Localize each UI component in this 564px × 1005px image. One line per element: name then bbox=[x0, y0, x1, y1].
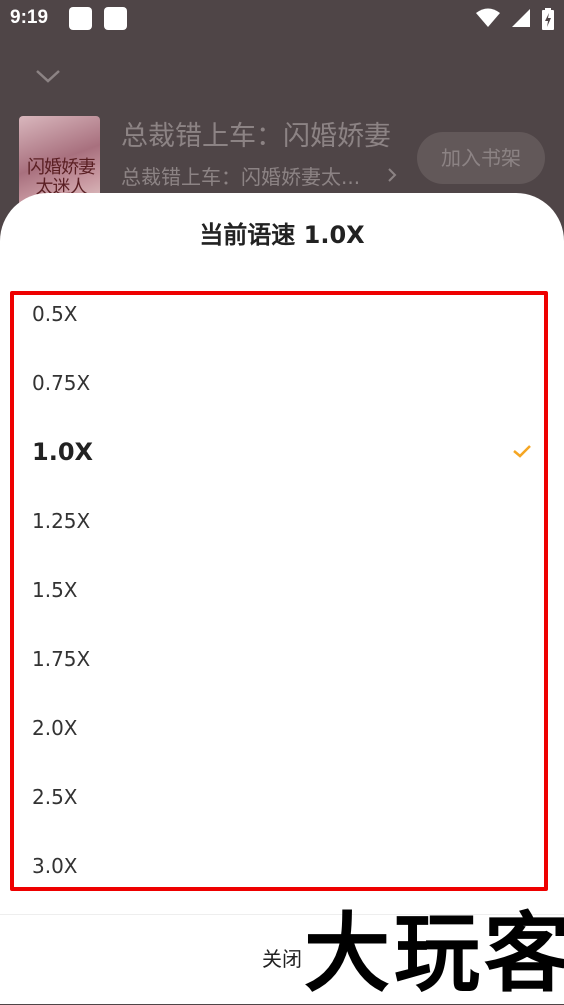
status-time: 9:19 bbox=[10, 7, 49, 28]
speed-option-label: 2.5X bbox=[32, 785, 78, 809]
speed-option-2-0x[interactable]: 2.0X bbox=[14, 698, 544, 758]
speed-bottom-sheet: 当前语速 1.0X 0.5X 0.75X 1.0X 1.25X 1.5X 1.7… bbox=[0, 193, 564, 1004]
speed-option-list: 0.5X 0.75X 1.0X 1.25X 1.5X 1.75X 2.0X 2.… bbox=[10, 291, 548, 891]
speed-option-label: 1.75X bbox=[32, 647, 91, 671]
speed-option-1-25x[interactable]: 1.25X bbox=[14, 491, 544, 551]
watermark-logo: 大玩客 bbox=[304, 903, 564, 1004]
check-icon bbox=[513, 445, 531, 458]
speed-option-label: 0.5X bbox=[32, 302, 78, 326]
speed-option-label: 1.25X bbox=[32, 509, 91, 533]
status-bar: 9:19 bbox=[0, 0, 564, 38]
add-to-bookshelf-button[interactable]: 加入书架 bbox=[417, 132, 545, 184]
speed-option-label: 3.0X bbox=[32, 854, 78, 878]
speed-option-label: 1.5X bbox=[32, 578, 78, 602]
notification-square-icon bbox=[69, 7, 92, 30]
speed-option-3-0x[interactable]: 3.0X bbox=[14, 836, 544, 896]
sheet-title: 当前语速 1.0X bbox=[199, 221, 365, 249]
cover-title: 闪婚娇妻太迷人 bbox=[27, 157, 96, 198]
speed-option-0-75x[interactable]: 0.75X bbox=[14, 353, 544, 413]
book-title: 总裁错上车：闪婚娇妻 bbox=[121, 121, 391, 152]
speed-option-1-75x[interactable]: 1.75X bbox=[14, 629, 544, 689]
speed-option-label: 1.0X bbox=[32, 438, 94, 466]
chevron-right-icon[interactable] bbox=[386, 167, 398, 183]
battery-charging-icon bbox=[542, 8, 554, 30]
speed-option-1-5x[interactable]: 1.5X bbox=[14, 560, 544, 620]
speed-option-label: 0.75X bbox=[32, 371, 91, 395]
book-subtitle[interactable]: 总裁错上车：闪婚娇妻太... bbox=[121, 161, 396, 190]
status-icons bbox=[470, 8, 554, 30]
notification-square-icon bbox=[104, 7, 127, 30]
collapse-chevron-icon[interactable] bbox=[35, 66, 61, 86]
speed-option-label: 2.0X bbox=[32, 716, 78, 740]
speed-option-2-5x[interactable]: 2.5X bbox=[14, 767, 544, 827]
wifi-icon bbox=[475, 8, 500, 27]
speed-option-1-0x[interactable]: 1.0X bbox=[14, 422, 544, 482]
signal-icon bbox=[511, 9, 530, 27]
speed-option-0-5x[interactable]: 0.5X bbox=[14, 284, 544, 344]
